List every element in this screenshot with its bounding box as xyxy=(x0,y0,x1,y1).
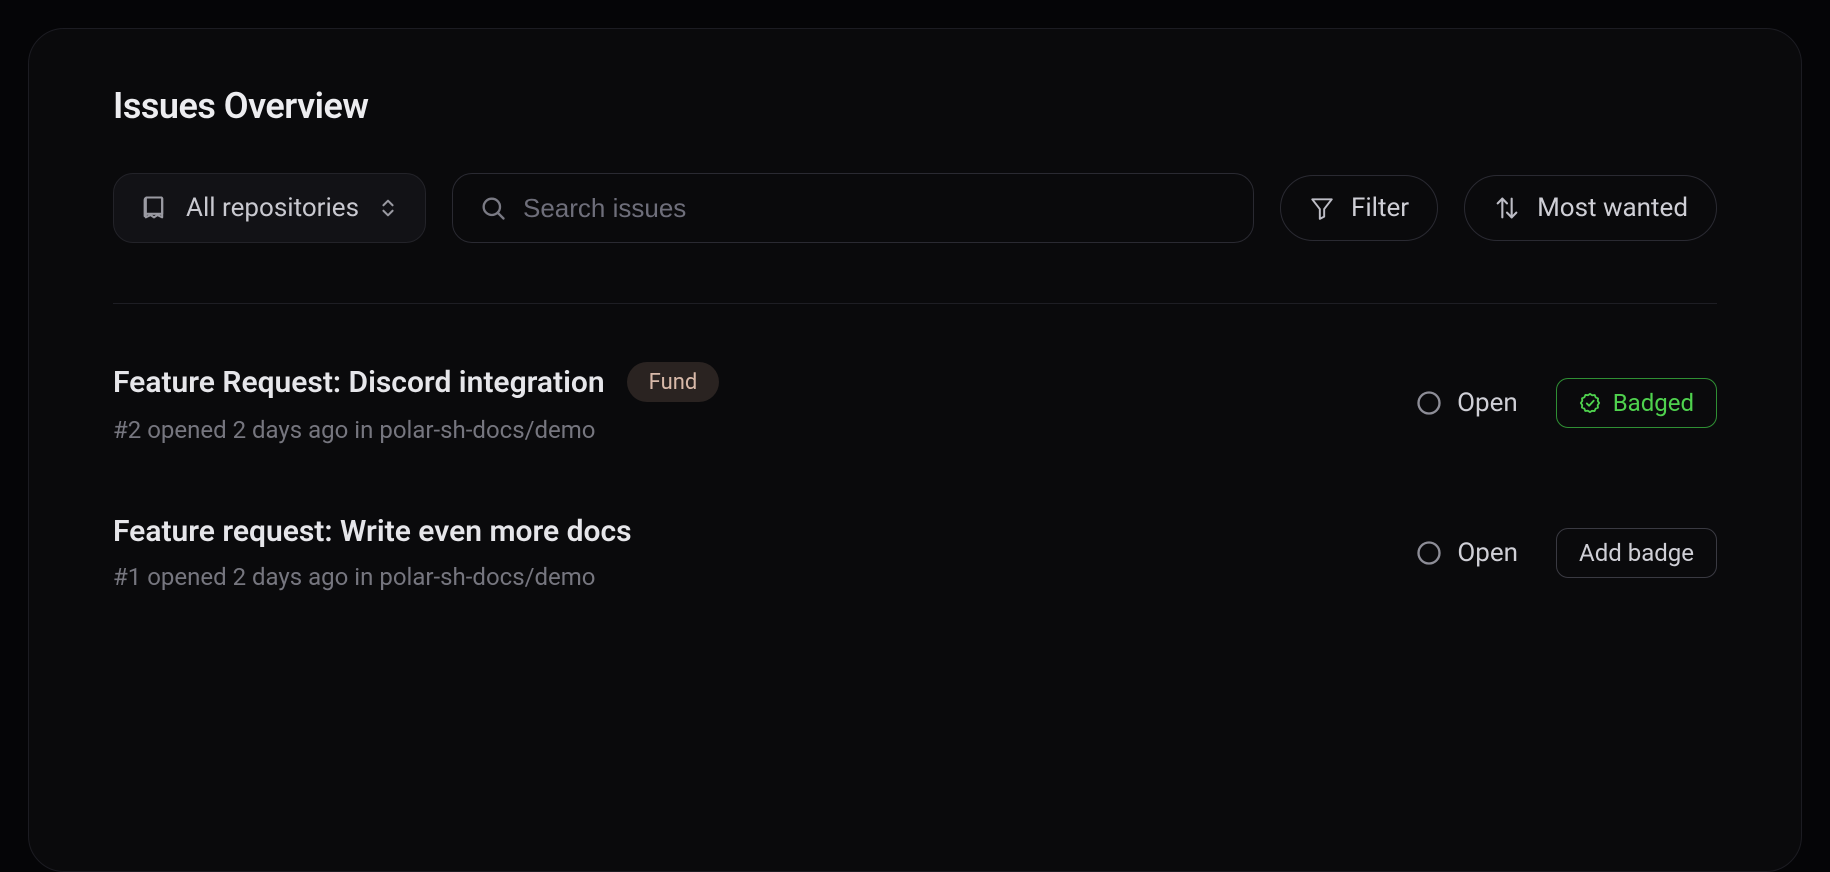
search-icon xyxy=(479,194,507,222)
repository-selector-label: All repositories xyxy=(186,193,359,223)
issue-content: Feature request: Write even more docs #1… xyxy=(113,514,632,591)
sort-icon xyxy=(1493,194,1521,222)
page-title: Issues Overview xyxy=(113,85,1717,127)
repository-icon xyxy=(140,194,168,222)
issue-row: Feature request: Write even more docs #1… xyxy=(113,514,1717,591)
divider xyxy=(113,303,1717,304)
repository-selector[interactable]: All repositories xyxy=(113,173,426,243)
badge-button-label: Add badge xyxy=(1579,539,1694,567)
fund-badge[interactable]: Fund xyxy=(627,362,720,402)
filter-button-label: Filter xyxy=(1351,193,1409,223)
issue-actions: Open Badged xyxy=(1415,378,1717,428)
sort-button[interactable]: Most wanted xyxy=(1464,175,1717,241)
issue-status: Open xyxy=(1415,388,1518,418)
filter-icon xyxy=(1309,195,1335,221)
sort-button-label: Most wanted xyxy=(1537,193,1688,223)
check-badge-icon xyxy=(1579,392,1601,414)
filter-button[interactable]: Filter xyxy=(1280,175,1438,241)
add-badge-button[interactable]: Add badge xyxy=(1556,528,1717,578)
issue-meta: #2 opened 2 days ago in polar-sh-docs/de… xyxy=(113,416,719,444)
chevron-up-down-icon xyxy=(377,195,399,221)
open-status-icon xyxy=(1415,389,1443,417)
issue-title-line: Feature Request: Discord integration Fun… xyxy=(113,362,719,402)
badge-button-label: Badged xyxy=(1613,389,1694,417)
badged-button[interactable]: Badged xyxy=(1556,378,1717,428)
issue-status-label: Open xyxy=(1457,388,1518,418)
issue-meta: #1 opened 2 days ago in polar-sh-docs/de… xyxy=(113,563,632,591)
issue-title-line: Feature request: Write even more docs xyxy=(113,514,632,549)
issue-title[interactable]: Feature Request: Discord integration xyxy=(113,365,605,400)
search-input[interactable] xyxy=(523,193,1227,224)
open-status-icon xyxy=(1415,539,1443,567)
issue-actions: Open Add badge xyxy=(1415,528,1717,578)
toolbar: All repositories Filter xyxy=(113,173,1717,243)
issue-row: Feature Request: Discord integration Fun… xyxy=(113,362,1717,444)
issue-title[interactable]: Feature request: Write even more docs xyxy=(113,514,632,549)
issue-content: Feature Request: Discord integration Fun… xyxy=(113,362,719,444)
issues-panel: Issues Overview All repositories xyxy=(28,28,1802,872)
issue-status-label: Open xyxy=(1457,538,1518,568)
issue-status: Open xyxy=(1415,538,1518,568)
search-field[interactable] xyxy=(452,173,1254,243)
